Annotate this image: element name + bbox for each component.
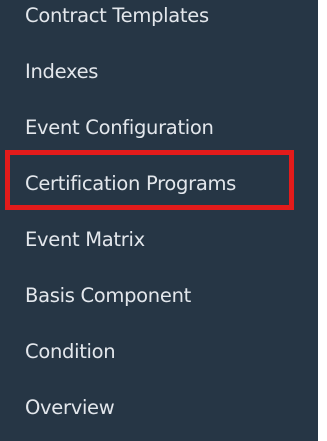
- sidebar-item-event-configuration[interactable]: Event Configuration: [0, 99, 318, 155]
- sidebar-item-label: Certification Programs: [25, 171, 237, 195]
- sidebar-item-label: Condition: [25, 339, 116, 363]
- sidebar-item-label: Event Configuration: [25, 115, 214, 139]
- sidebar-item-contract-templates[interactable]: Contract Templates: [0, 0, 318, 43]
- sidebar-item-indexes[interactable]: Indexes: [0, 43, 318, 99]
- sidebar-item-label: Overview: [25, 395, 115, 419]
- sidebar-menu: Contract Templates Indexes Event Configu…: [0, 0, 318, 441]
- sidebar-item-overview[interactable]: Overview: [0, 379, 318, 435]
- sidebar-item-label: Event Matrix: [25, 227, 145, 251]
- sidebar-item-label: Contract Templates: [25, 3, 209, 27]
- sidebar-item-certification-programs[interactable]: Certification Programs: [0, 155, 318, 211]
- sidebar-item-event-matrix[interactable]: Event Matrix: [0, 211, 318, 267]
- sidebar-item-basis-component[interactable]: Basis Component: [0, 267, 318, 323]
- sidebar-item-label: Basis Component: [25, 283, 191, 307]
- page-edge: [318, 0, 327, 441]
- sidebar-item-condition[interactable]: Condition: [0, 323, 318, 379]
- sidebar-item-label: Indexes: [25, 59, 99, 83]
